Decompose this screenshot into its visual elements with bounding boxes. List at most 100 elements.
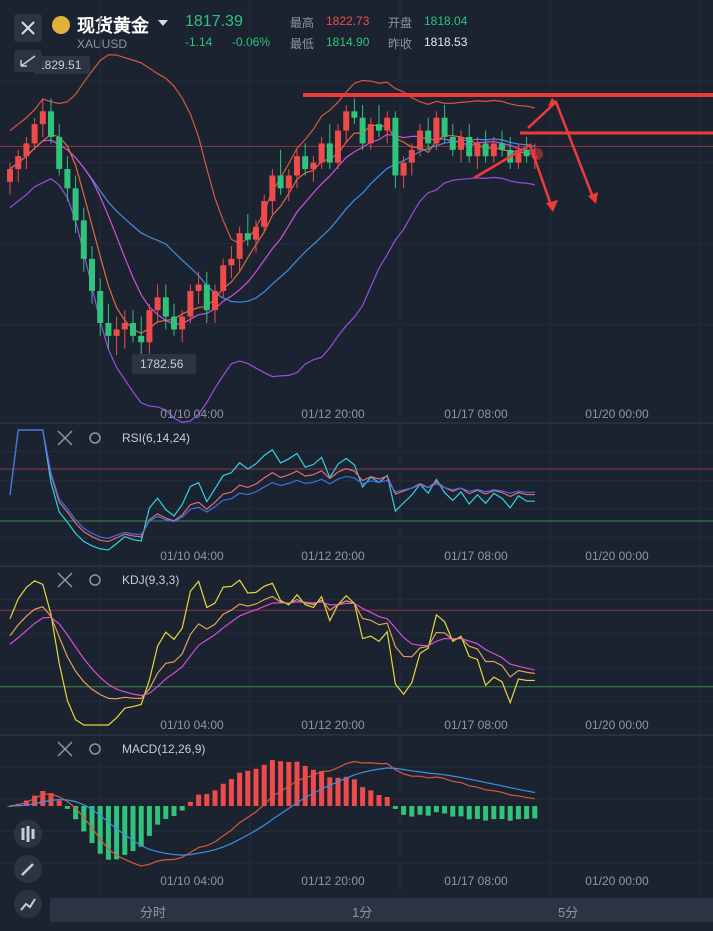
indicator-tool-button[interactable] <box>14 890 42 918</box>
macd-panel <box>7 759 538 867</box>
kdj-header: KDJ(9,3,3) <box>57 572 179 588</box>
candle <box>187 290 194 317</box>
candle <box>269 175 276 202</box>
macd-bar <box>138 806 144 847</box>
candle <box>351 111 358 118</box>
macd-bar <box>360 787 366 806</box>
candle <box>523 149 530 157</box>
kdj-title: KDJ(9,3,3) <box>122 573 179 587</box>
macd-bar <box>327 777 333 806</box>
candle <box>302 156 309 170</box>
time-tick-label: 01/12 20:00 <box>301 874 365 888</box>
candle <box>154 297 161 311</box>
tab-1min[interactable]: 1分 <box>352 902 372 921</box>
candle <box>367 124 374 144</box>
macd-bar <box>507 806 513 821</box>
macd-bar <box>368 790 374 806</box>
macd-header: MACD(12,26,9) <box>57 741 205 757</box>
candle <box>146 310 153 343</box>
macd-bar <box>81 806 87 832</box>
macd-bar <box>269 759 275 806</box>
chart-app: 现货黄金 XAUUSD 1817.39 -1.14 -0.06% 最高 1822… <box>0 0 713 931</box>
macd-bar <box>376 794 382 806</box>
candle <box>294 156 300 176</box>
macd-bar <box>89 806 95 844</box>
candle <box>466 136 473 157</box>
macd-bar <box>163 806 169 819</box>
candle <box>499 143 505 150</box>
macd-bar <box>204 794 210 806</box>
rsi24-line <box>9 429 535 539</box>
ma5-line <box>9 124 535 334</box>
candle <box>56 136 63 170</box>
candles <box>7 98 538 362</box>
macd-bar <box>409 806 415 817</box>
candle <box>203 284 210 311</box>
candle <box>244 233 251 240</box>
time-tick-label: 01/20 00:00 <box>585 874 649 888</box>
candle <box>425 130 432 144</box>
candle <box>220 265 227 291</box>
time-tick-label: 01/12 20:00 <box>301 549 365 563</box>
candle <box>253 226 259 240</box>
candle <box>392 117 399 176</box>
macd-bar <box>56 800 62 806</box>
candle <box>113 329 120 336</box>
candle <box>482 143 489 157</box>
candle <box>490 143 497 157</box>
macd-bar <box>392 806 398 809</box>
macd-bar <box>343 776 349 806</box>
macd-bar <box>40 790 46 806</box>
macd-bar <box>212 790 218 806</box>
min-price-label: 1782.56 <box>140 357 184 371</box>
close-icon[interactable] <box>57 430 73 446</box>
gear-icon[interactable] <box>89 574 101 586</box>
macd-bar <box>491 806 497 820</box>
macd-bar <box>401 806 407 815</box>
candle <box>179 316 186 330</box>
macd-bar <box>220 783 226 806</box>
close-icon[interactable] <box>57 741 73 757</box>
kdj-d-line <box>9 601 535 697</box>
candle <box>400 162 407 176</box>
candle-type-button[interactable] <box>14 820 42 848</box>
macd-bar <box>433 806 439 813</box>
macd-bar <box>130 806 136 852</box>
time-tick-label: 01/20 00:00 <box>585 718 649 732</box>
gear-icon[interactable] <box>89 432 101 444</box>
boll-mid-line <box>9 138 535 303</box>
tab-5min[interactable]: 5分 <box>558 902 578 921</box>
macd-bar <box>237 772 243 806</box>
candle <box>89 258 95 291</box>
rsi-panel <box>0 429 713 551</box>
candle <box>130 323 136 336</box>
macd-bar <box>466 806 472 820</box>
expand-icon[interactable] <box>14 50 42 72</box>
time-tick-label: 01/12 20:00 <box>301 407 365 421</box>
kdj-j-line <box>9 579 535 726</box>
arrow-head <box>546 200 558 212</box>
pencil-icon <box>21 863 34 876</box>
tab-timeshare[interactable]: 分时 <box>140 902 166 921</box>
macd-bar <box>114 806 120 860</box>
macd-bar <box>450 806 456 817</box>
macd-bar <box>425 806 431 816</box>
macd-bar <box>245 770 251 806</box>
candle <box>48 111 54 137</box>
candle <box>97 290 104 324</box>
time-tick-label: 01/17 08:00 <box>444 874 508 888</box>
gear-icon[interactable] <box>89 743 101 755</box>
candle <box>212 290 218 311</box>
time-tick-label: 01/10 04:00 <box>160 549 224 563</box>
time-tick-label: 01/20 00:00 <box>585 549 649 563</box>
candle <box>335 130 341 163</box>
candle <box>23 143 30 157</box>
candle <box>359 117 366 144</box>
time-tick-label: 01/17 08:00 <box>444 718 508 732</box>
macd-bar <box>524 806 530 819</box>
candle <box>15 156 22 170</box>
draw-tool-button[interactable] <box>14 855 42 883</box>
candle <box>171 316 177 330</box>
macd-title: MACD(12,26,9) <box>122 742 205 756</box>
close-icon[interactable] <box>57 572 73 588</box>
